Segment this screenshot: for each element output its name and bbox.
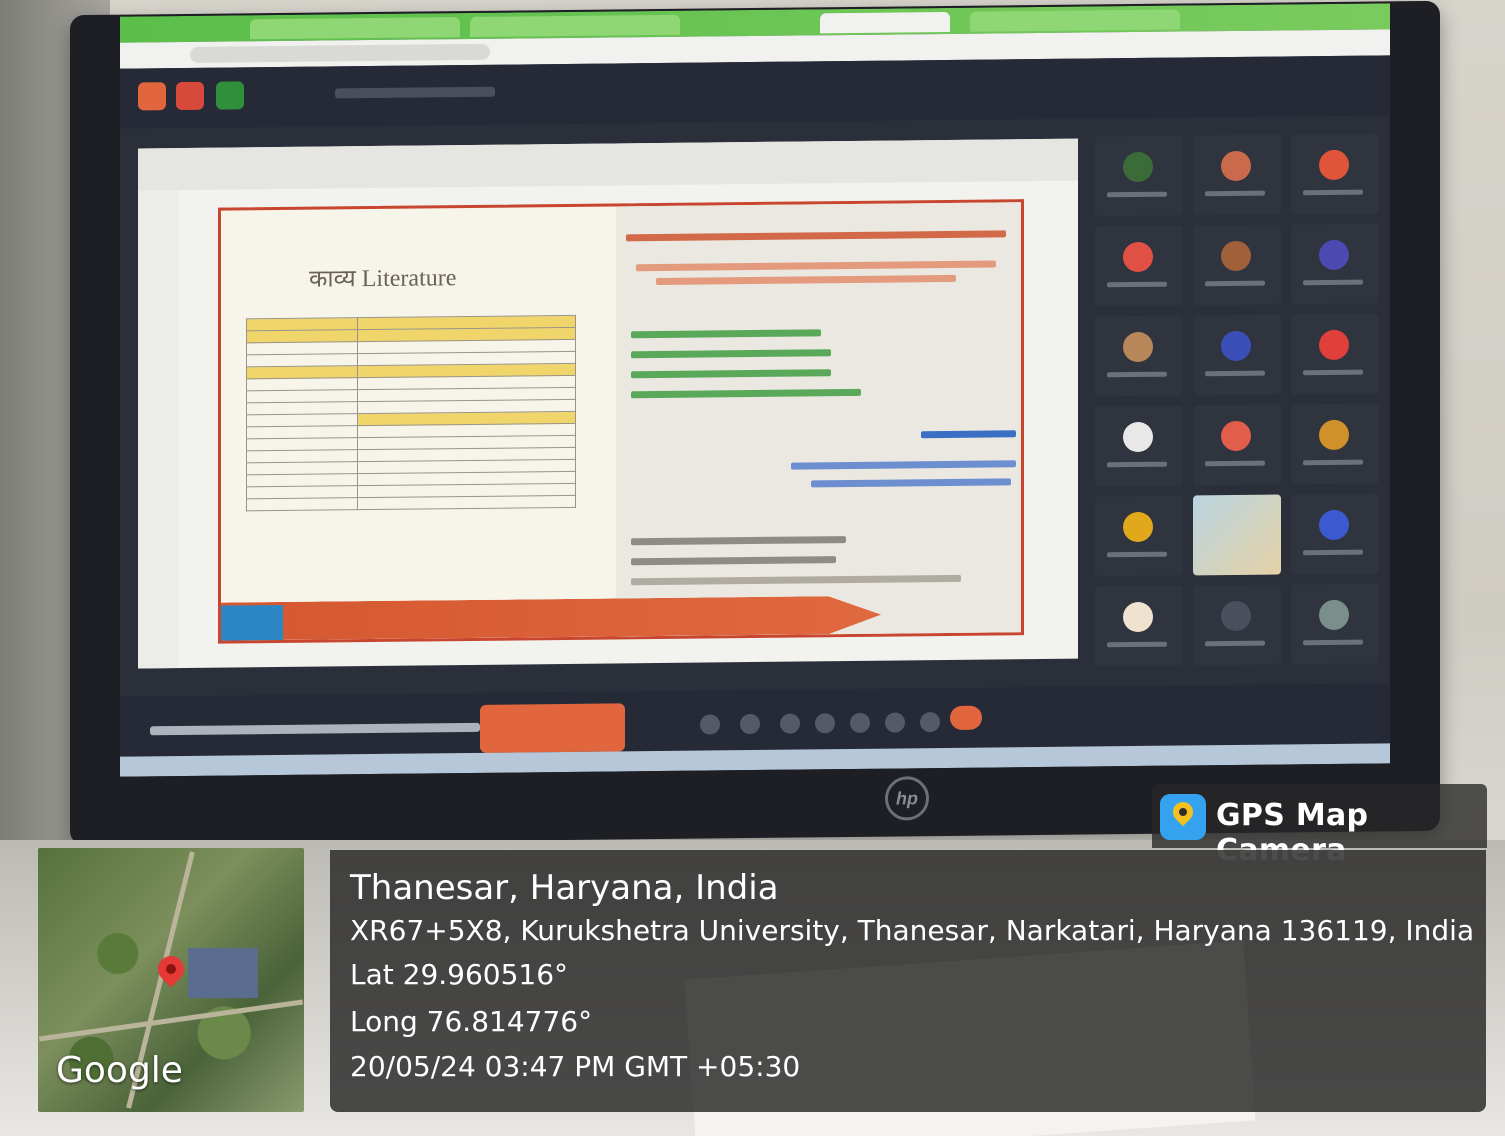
mic-icon [700,714,720,735]
location-title: Thanesar, Haryana, India [350,868,779,908]
end-call-icon [950,705,982,730]
participant-tile [1193,314,1281,396]
participant-tile [1193,404,1281,486]
text-line [631,329,821,339]
participant-tile [1291,493,1379,575]
shared-screen: काव्य Literature [138,138,1078,669]
meeting-name [150,722,480,736]
monitor-screen: काव्य Literature [120,3,1390,777]
avatar [1123,421,1153,453]
captions-icon [780,713,800,734]
avatar [1123,331,1153,363]
browser-tab [470,14,680,37]
camera-icon [740,713,760,735]
text-line [631,388,861,399]
participant-tile [1095,225,1183,307]
text-line [631,349,831,359]
participant-tile [1193,224,1281,306]
text-line [791,460,1016,470]
slide-right-pane [616,202,1021,637]
participant-tile [1095,585,1183,667]
participant-tile [1291,313,1379,395]
meeting-app-bar [120,55,1390,129]
avatar [1319,599,1349,631]
participant-grid [1095,133,1380,667]
text-line [921,430,1016,439]
presentation-slide: काव्य Literature [218,199,1024,644]
slide-footer-bar [221,596,881,641]
text-line [631,536,846,546]
participant-tile [1095,315,1183,397]
participant-tile [1291,403,1379,485]
longitude: Long 76.814776° [350,1005,593,1038]
datetime: 20/05/24 03:47 PM GMT +05:30 [350,1050,801,1083]
emoji-icon [815,713,835,734]
presenting-button [480,703,625,753]
hp-logo: hp [885,776,929,821]
text-line [631,556,836,566]
address-field [190,43,490,63]
app-icon [138,82,166,111]
slide-footer-box [221,604,283,641]
participant-tile [1095,135,1183,217]
avatar [1123,151,1153,183]
avatar [1319,509,1349,541]
text-line [811,478,1011,488]
avatar [1123,241,1153,273]
green-app-icon [216,81,244,110]
avatar [1319,149,1349,181]
avatar [1221,330,1251,362]
slide-table [246,315,576,511]
map-provider-label: Google [56,1050,183,1091]
meeting-title [335,86,495,99]
gps-brand-badge: GPS Map Camera [1152,784,1487,868]
participant-tile [1095,495,1183,577]
map-thumbnail: Google [38,848,304,1112]
browser-tab [250,17,460,40]
avatar [1319,239,1349,271]
avatar [1221,420,1251,452]
record-icon [176,81,204,111]
participant-tile [1291,133,1379,215]
text-line [636,260,996,272]
participant-tile [1291,583,1379,665]
avatar [1319,419,1349,451]
avatar [1221,240,1251,272]
participant-tile [1193,134,1281,216]
avatar [1123,511,1153,543]
location-info-panel: Thanesar, Haryana, India XR67+5X8, Kuruk… [330,850,1486,1112]
avatar [1319,329,1349,361]
participant-tile [1095,405,1183,487]
text-line [656,274,956,286]
gps-camera-icon [1160,794,1206,840]
hand-icon [885,712,905,733]
slide-title: काव्य Literature [309,265,457,293]
more-icon [920,712,940,733]
map-building [188,948,258,998]
text-line [631,369,831,379]
browser-tab-active [820,11,950,34]
map-road [38,999,304,1042]
viewer-toolbar [138,138,1078,191]
self-view-tile [1193,494,1281,576]
viewer-left-tools [138,190,178,669]
text-line [631,574,961,586]
participant-tile [1291,223,1379,305]
browser-tab [970,9,1180,32]
latitude: Lat 29.960516° [350,958,569,991]
address-line: XR67+5X8, Kurukshetra University, Thanes… [350,914,1475,947]
participant-tile [1193,584,1281,666]
avatar [1221,600,1251,632]
present-icon [850,712,870,734]
avatar [1123,601,1153,633]
avatar [1221,150,1251,182]
text-line [626,230,1006,242]
